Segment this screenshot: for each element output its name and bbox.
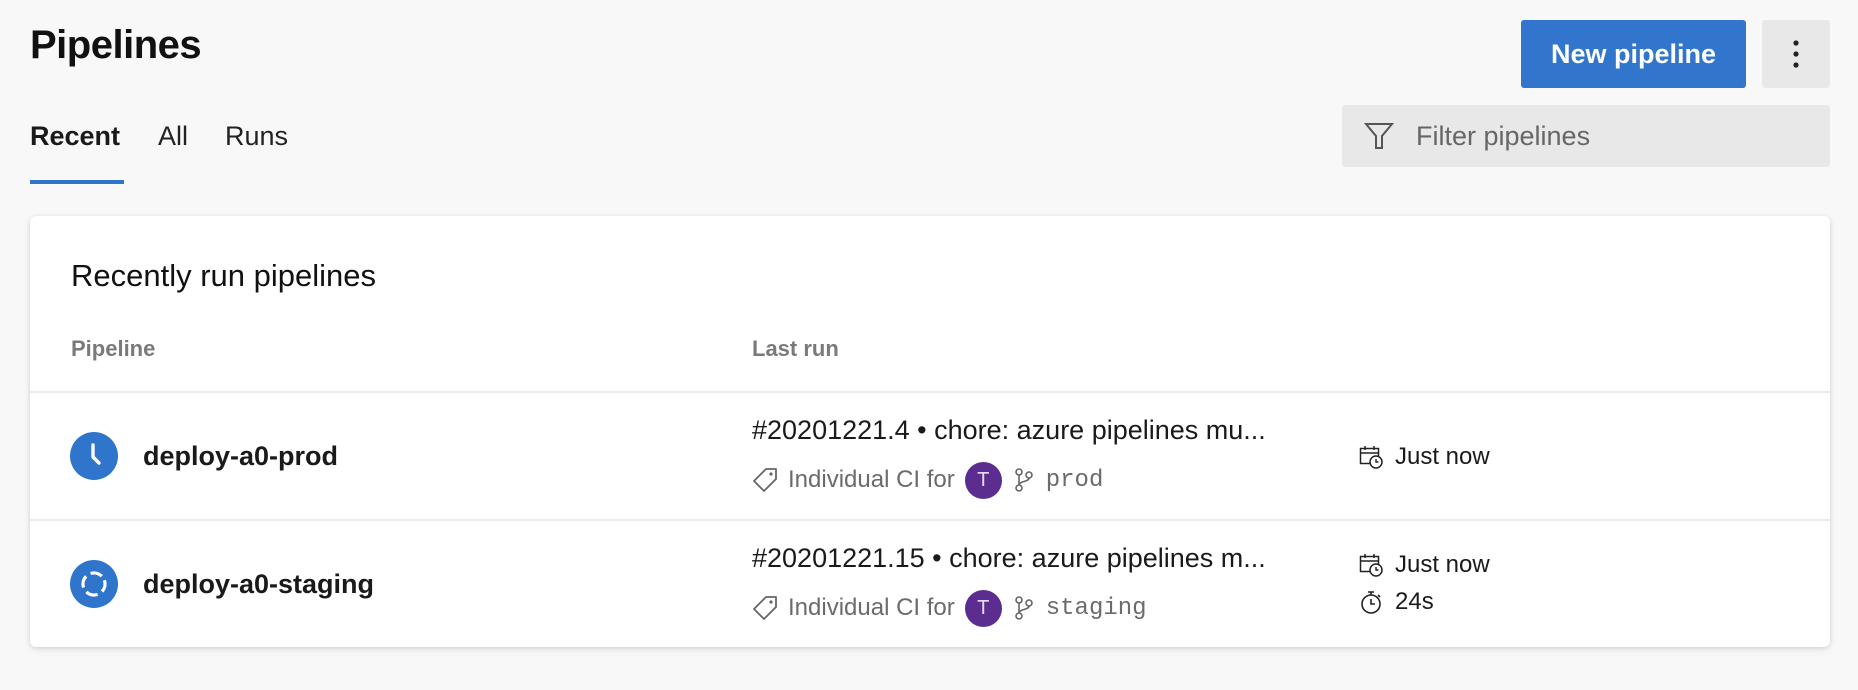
run-time: Just now bbox=[1359, 550, 1490, 580]
run-meta: Individual CI for T staging bbox=[752, 588, 1147, 628]
page-title: Pipelines bbox=[30, 23, 202, 67]
tag-icon bbox=[753, 596, 777, 620]
run-time-text: Just now bbox=[1395, 443, 1490, 470]
calendar-clock-icon bbox=[1359, 554, 1383, 577]
stopwatch-icon bbox=[1361, 591, 1381, 614]
filter-pipelines-input[interactable] bbox=[1416, 120, 1816, 152]
run-meta: Individual CI for T prod bbox=[752, 460, 1103, 500]
pipeline-row[interactable]: deploy-a0-prod #20201221.4 • chore: azur… bbox=[30, 393, 1830, 521]
run-duration: 24s bbox=[1359, 587, 1434, 617]
trigger-text: Individual CI for bbox=[788, 594, 955, 621]
column-header-last-run: Last run bbox=[752, 336, 839, 361]
filter-funnel-icon bbox=[1364, 123, 1394, 149]
run-time: Just now bbox=[1359, 442, 1490, 472]
run-duration-text: 24s bbox=[1395, 588, 1434, 615]
in-progress-ring-icon bbox=[70, 560, 118, 608]
clock-icon bbox=[70, 432, 118, 480]
run-time-text: Just now bbox=[1395, 551, 1490, 578]
run-title[interactable]: #20201221.4 • chore: azure pipelines mu.… bbox=[752, 413, 1312, 447]
run-title[interactable]: #20201221.15 • chore: azure pipelines m.… bbox=[752, 541, 1312, 575]
more-vertical-icon bbox=[1793, 40, 1799, 68]
recent-pipelines-card: Recently run pipelines Pipeline Last run… bbox=[30, 216, 1830, 647]
branch-icon bbox=[1014, 596, 1033, 620]
new-pipeline-button[interactable]: New pipeline bbox=[1521, 20, 1746, 88]
branch-name[interactable]: prod bbox=[1046, 467, 1104, 494]
branch-icon bbox=[1014, 468, 1033, 492]
tag-icon bbox=[753, 468, 777, 492]
column-header-pipeline: Pipeline bbox=[71, 336, 156, 361]
avatar[interactable]: T bbox=[964, 589, 1002, 627]
tab-all[interactable]: All bbox=[158, 116, 188, 156]
more-actions-button[interactable] bbox=[1762, 20, 1830, 88]
avatar[interactable]: T bbox=[964, 461, 1002, 499]
branch-name[interactable]: staging bbox=[1046, 595, 1147, 622]
pipeline-name[interactable]: deploy-a0-prod bbox=[143, 439, 338, 473]
card-title: Recently run pipelines bbox=[71, 258, 377, 293]
tab-runs[interactable]: Runs bbox=[225, 116, 288, 156]
pipeline-name[interactable]: deploy-a0-staging bbox=[143, 567, 374, 601]
pipeline-row[interactable]: deploy-a0-staging #20201221.15 • chore: … bbox=[30, 521, 1830, 647]
calendar-clock-icon bbox=[1359, 446, 1383, 469]
filter-box bbox=[1342, 105, 1830, 167]
tab-recent[interactable]: Recent bbox=[30, 116, 120, 156]
active-tab-indicator bbox=[30, 180, 124, 184]
trigger-text: Individual CI for bbox=[788, 466, 955, 493]
